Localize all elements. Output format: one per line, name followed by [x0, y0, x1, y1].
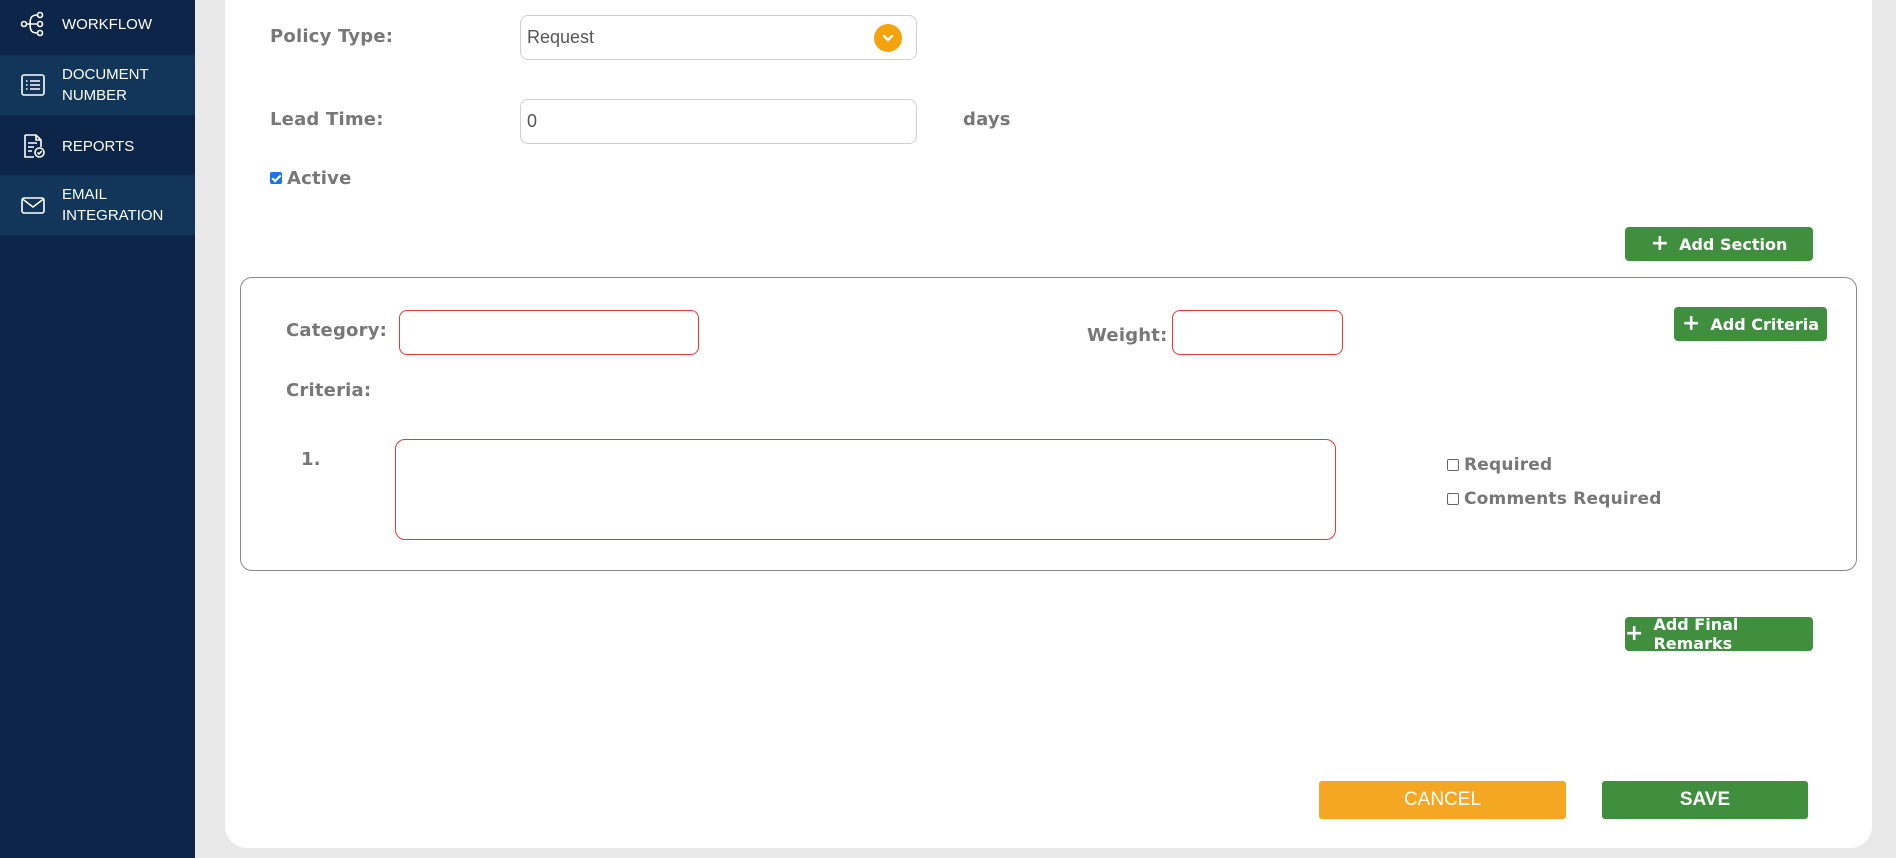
add-final-remarks-button[interactable]: + Add Final Remarks: [1625, 615, 1813, 653]
lead-time-label: Lead Time:: [270, 109, 384, 130]
workflow-icon: [18, 9, 48, 39]
criteria-text-input[interactable]: [395, 439, 1336, 540]
lead-time-unit: days: [963, 109, 1011, 130]
required-label: Required: [1464, 455, 1553, 475]
sidebar-item-email-integration[interactable]: EMAIL INTEGRATION: [0, 175, 195, 235]
add-criteria-button[interactable]: + Add Criteria: [1674, 307, 1827, 341]
chevron-down-icon[interactable]: [874, 23, 902, 52]
add-section-label: Add Section: [1679, 234, 1788, 254]
cancel-button[interactable]: CANCEL: [1319, 781, 1566, 819]
sidebar-item-label-line1: DOCUMENT: [62, 66, 149, 83]
sidebar-item-reports[interactable]: REPORTS: [0, 122, 195, 170]
sidebar-item-label: REPORTS: [62, 137, 135, 155]
criteria-label: Criteria:: [286, 380, 372, 401]
cancel-label: CANCEL: [1403, 789, 1482, 810]
active-checkbox[interactable]: [270, 172, 282, 184]
sidebar-item-label: EMAIL INTEGRATION: [62, 184, 163, 226]
sidebar-item-label-line2: NUMBER: [62, 87, 128, 104]
weight-input[interactable]: [1172, 310, 1343, 355]
sidebar-item-label: WORKFLOW: [62, 15, 152, 33]
add-section-button[interactable]: + Add Section: [1625, 227, 1813, 261]
plus-icon: +: [1681, 311, 1701, 336]
sidebar-item-workflow[interactable]: WORKFLOW: [0, 0, 195, 48]
category-input[interactable]: [399, 310, 699, 355]
comments-required-checkbox[interactable]: [1447, 493, 1459, 505]
weight-label: Weight:: [1087, 325, 1168, 346]
add-final-remarks-label: Add Final Remarks: [1653, 615, 1739, 653]
policy-type-select[interactable]: Request: [520, 15, 917, 60]
plus-icon: +: [1650, 231, 1670, 256]
policy-type-value: Request: [527, 27, 595, 47]
active-label: Active: [287, 168, 352, 189]
document-list-icon: [18, 70, 48, 100]
required-checkbox[interactable]: [1447, 459, 1459, 471]
envelope-icon: [18, 190, 48, 220]
report-check-icon: [18, 131, 48, 161]
sidebar-item-label: DOCUMENT NUMBER: [62, 64, 149, 106]
save-label: SAVE: [1679, 789, 1731, 810]
sidebar-item-label-line2: INTEGRATION: [62, 207, 164, 224]
lead-time-value: 0: [527, 111, 538, 131]
sidebar-item-document-number[interactable]: DOCUMENT NUMBER: [0, 55, 195, 115]
lead-time-input[interactable]: 0: [520, 99, 917, 144]
comments-required-label: Comments Required: [1464, 489, 1662, 509]
policy-type-label: Policy Type:: [270, 26, 394, 47]
category-label: Category:: [286, 320, 388, 341]
plus-icon: +: [1625, 621, 1644, 646]
criteria-number: 1.: [301, 449, 321, 470]
save-button[interactable]: SAVE: [1602, 781, 1808, 819]
sidebar: WORKFLOW DOCUMENT NUMBER REPORTS EMAIL I…: [0, 0, 195, 858]
add-criteria-label: Add Criteria: [1710, 314, 1820, 334]
sidebar-item-label-line1: EMAIL: [62, 186, 108, 203]
